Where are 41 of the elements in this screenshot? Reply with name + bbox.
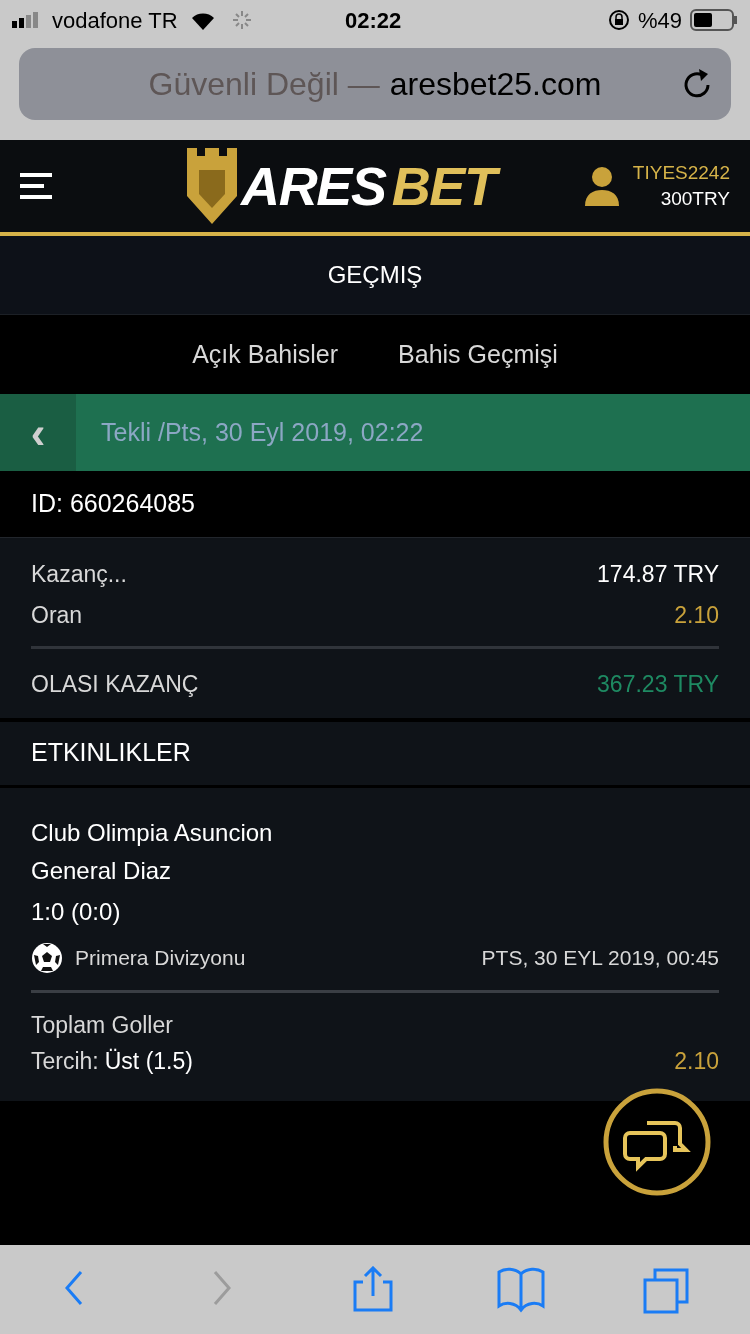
pick-value: Üst (1.5)	[104, 1046, 193, 1076]
menu-icon[interactable]	[20, 170, 52, 202]
summary-value: 2.10	[674, 601, 719, 631]
summary-label: OLASI KAZANÇ	[31, 670, 199, 699]
rotation-lock-icon	[607, 9, 630, 31]
market-name: Toplam Goller	[31, 1010, 174, 1040]
logo-text: BET	[391, 154, 504, 218]
soccer-ball-icon	[31, 941, 63, 974]
back-button[interactable]: ‹	[0, 394, 76, 471]
match-date: PTS, 30 EYL 2019, 00:45	[481, 944, 719, 971]
page-title: GEÇMIŞ	[327, 260, 423, 290]
summary-value: 174.87 TRY	[597, 560, 719, 590]
pick-odds: 2.10	[674, 1046, 719, 1076]
username[interactable]: TIYES2242	[632, 160, 730, 186]
domain-label: aresbet25.com	[389, 65, 602, 104]
battery-percent: %49	[637, 6, 682, 35]
helmet-logo-icon	[185, 148, 239, 224]
team-name: Club Olimpia Asuncion	[31, 817, 274, 848]
tab[interactable]: Bahis Geçmişi	[398, 335, 558, 374]
tab[interactable]: Açık Bahisler	[192, 335, 339, 374]
user-icon[interactable]	[584, 166, 619, 206]
match-score: 1:0 (0:0)	[31, 896, 122, 927]
address-bar[interactable]: Güvenli Değil — aresbet25.com	[19, 48, 731, 120]
bet-id: ID: 660264085	[31, 488, 196, 520]
bet-title: Tekli /Pts, 30 Eyl 2019, 02:22	[100, 416, 424, 448]
summary-label: Kazanç...	[31, 560, 127, 590]
summary-label: Oran	[31, 601, 83, 631]
team-name: General Diaz	[31, 855, 173, 886]
league-name: Primera Divizyonu	[75, 944, 246, 971]
logo-text: ARES	[241, 155, 388, 218]
chat-button[interactable]	[602, 1086, 712, 1197]
carrier-name: vodafone TR	[52, 6, 178, 35]
security-label: Güvenli Değil —	[148, 65, 380, 104]
clock-time: 02:22	[345, 6, 402, 35]
section-title: ETKINLIKLER	[31, 737, 191, 769]
summary-value: 367.23 TRY	[597, 670, 719, 699]
book-icon[interactable]	[497, 1265, 545, 1314]
balance: 300TRY	[660, 187, 730, 211]
loading-icon	[231, 10, 252, 30]
battery-icon	[690, 9, 738, 31]
pick-label: Tercih:	[31, 1046, 99, 1076]
